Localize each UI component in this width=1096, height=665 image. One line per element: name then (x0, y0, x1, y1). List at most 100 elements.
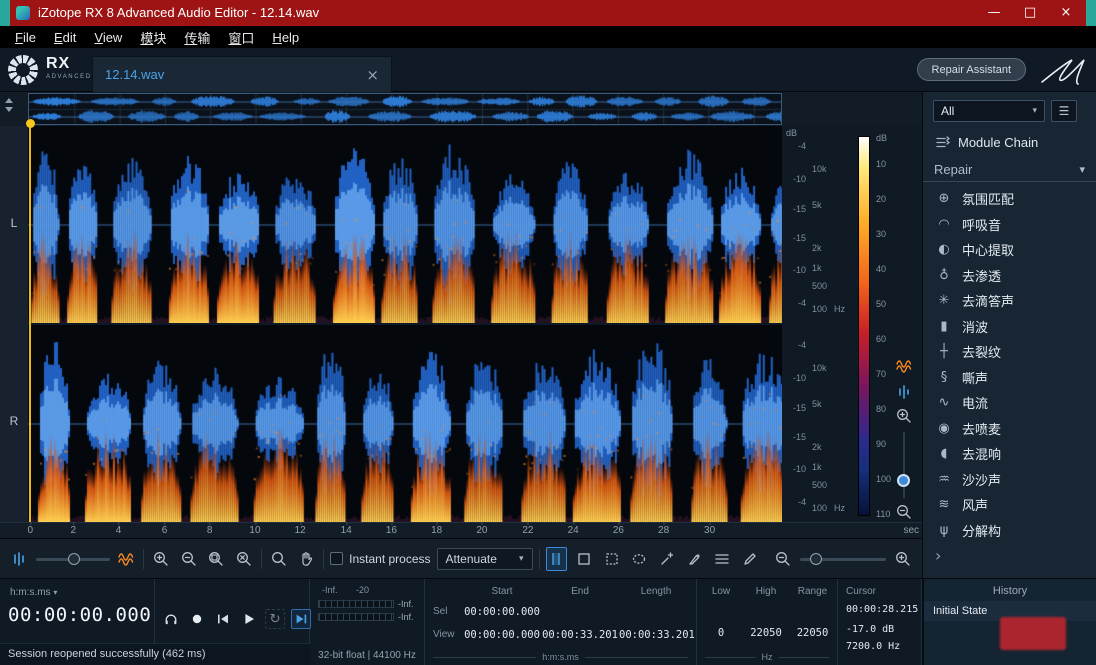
maximize-button[interactable]: □ (1012, 0, 1048, 26)
menu-item-0[interactable]: File (6, 30, 45, 45)
marquee-selection-tool-button[interactable] (601, 547, 623, 571)
brush-tool-button[interactable] (684, 547, 706, 571)
tab-close-icon[interactable]: × (366, 66, 379, 84)
module-de-reverb[interactable]: ◖去混响 (923, 441, 1096, 467)
spectrogram-opacity-slider[interactable] (36, 547, 110, 571)
zoom-fit-button[interactable] (233, 547, 255, 571)
time-selection-tool-button[interactable] (546, 547, 568, 571)
slider-handle[interactable] (810, 553, 822, 565)
zoom-out-vertical-button[interactable] (894, 502, 914, 522)
monitor-button[interactable] (161, 609, 181, 629)
zoom-in-vertical-button[interactable] (894, 406, 914, 426)
module-de-hum[interactable]: ∿电流 (923, 390, 1096, 416)
record-button[interactable] (187, 609, 207, 629)
close-button[interactable]: × (1048, 0, 1084, 26)
view-length-value[interactable]: 00:00:33.201 (619, 629, 693, 641)
module-de-click[interactable]: ✳去滴答声 (923, 288, 1096, 314)
module-chain-item[interactable]: Module Chain (923, 130, 1096, 154)
lasso-selection-tool-button[interactable] (628, 547, 650, 571)
fq-tick: 10k (812, 363, 827, 373)
draw-tool-button[interactable] (739, 547, 761, 571)
overview-waveform[interactable] (28, 93, 782, 125)
channel-left-button[interactable]: L (0, 216, 28, 230)
go-to-start-button[interactable] (213, 609, 233, 629)
zoom-out-time-button[interactable] (178, 547, 200, 571)
app-window: iZotope RX 8 Advanced Audio Editor - 12.… (0, 0, 1096, 665)
tab-12-14-wav[interactable]: 12.14.wav × (92, 56, 392, 92)
module-de-rustle[interactable]: ♒沙沙声 (923, 467, 1096, 493)
process-mode-select[interactable]: Attenuate ▾ (437, 548, 533, 570)
frequency-unit-footer[interactable]: Hz (705, 652, 829, 662)
magic-wand-tool-button[interactable] (656, 547, 678, 571)
sel-length-value[interactable] (619, 606, 693, 618)
module-ambience-match[interactable]: ⊕氛围匹配 (923, 186, 1096, 212)
menu-item-4[interactable]: 传输 (175, 28, 219, 47)
sidebar-expand-button[interactable]: › (935, 546, 941, 565)
channel-right-button[interactable]: R (0, 414, 28, 428)
spectrogram-right-channel[interactable] (28, 325, 782, 522)
loop-playback-button[interactable]: ↻ (265, 609, 285, 629)
repair-assistant-button[interactable]: Repair Assistant (917, 58, 1026, 81)
go-to-end-button[interactable] (291, 609, 311, 629)
module-de-clip[interactable]: ▮消波 (923, 314, 1096, 340)
low-frequency-value[interactable]: 0 (701, 627, 741, 639)
zoom-out-button[interactable] (773, 547, 795, 571)
module-breath-control[interactable]: ◠呼吸音 (923, 212, 1096, 238)
sel-start-value[interactable]: 00:00:00.000 (463, 606, 541, 618)
vertical-zoom-slider-handle[interactable] (897, 474, 910, 487)
sel-end-value[interactable] (541, 606, 619, 618)
menu-item-1[interactable]: Edit (45, 30, 85, 45)
zoom-in-time-button[interactable] (150, 547, 172, 571)
view-end-value[interactable]: 00:00:33.201 (541, 629, 619, 641)
menu-item-2[interactable]: View (85, 30, 131, 45)
minimize-button[interactable]: — (976, 0, 1012, 26)
overview-waveform-canvas[interactable] (29, 94, 781, 124)
spectrogram-settings-button[interactable] (116, 547, 138, 571)
spectrogram-view[interactable] (28, 126, 782, 522)
instant-process-toggle[interactable]: Instant process (330, 552, 430, 566)
time-frequency-selection-tool-button[interactable] (573, 547, 595, 571)
zoom-to-selection-button[interactable] (206, 547, 228, 571)
module-de-plosive[interactable]: ◉去喷麦 (923, 416, 1096, 442)
instant-process-checkbox[interactable] (330, 552, 343, 565)
menu-item-5[interactable]: 窗口 (219, 28, 263, 47)
repair-section-header[interactable]: Repair ▾ (923, 158, 1096, 182)
pan-tool-button[interactable] (295, 547, 317, 571)
module-center-extract[interactable]: ◐中心提取 (923, 237, 1096, 263)
module-de-ess[interactable]: §嘶声 (923, 365, 1096, 391)
range-frequency-value[interactable]: 22050 (791, 627, 834, 639)
module-chain-icon (935, 135, 950, 150)
slider-handle[interactable] (68, 553, 80, 565)
high-frequency-value[interactable]: 22050 (741, 627, 791, 639)
time-ruler[interactable]: 024681012141618202224262830 sec (0, 522, 922, 538)
selection-unit-footer[interactable]: h:m:s.ms (433, 652, 688, 662)
module-de-bleed[interactable]: ♁去渗透 (923, 263, 1096, 289)
time-tick-18: 18 (431, 525, 442, 536)
menu-item-6[interactable]: Help (263, 30, 308, 45)
sidebar-menu-button[interactable]: ☰ (1051, 100, 1077, 122)
waveform-spectrogram-balance-button[interactable] (8, 547, 30, 571)
time-format-select[interactable]: h:m:s.ms ▾ (10, 587, 57, 598)
spectrogram-left-channel[interactable] (28, 126, 782, 323)
zoom-tool-button[interactable] (268, 547, 290, 571)
time-tick-24: 24 (568, 525, 579, 536)
harmonics-selection-tool-button[interactable] (711, 547, 733, 571)
module-de-wind[interactable]: ≋风声 (923, 492, 1096, 518)
instant-process-label[interactable]: Instant process (349, 552, 430, 566)
de-reverb-icon: ◖ (935, 446, 953, 461)
collapse-overview-button[interactable] (5, 98, 13, 112)
module-deconstruct[interactable]: ψ分解构 (923, 518, 1096, 544)
preset-filter-select[interactable]: All ▾ (933, 100, 1045, 122)
spectrogram-options-icon[interactable] (894, 356, 914, 376)
module-de-crackle[interactable]: ┼去裂纹 (923, 339, 1096, 365)
playhead[interactable] (29, 126, 31, 522)
play-button[interactable] (239, 609, 259, 629)
vertical-zoom-slider[interactable] (903, 432, 905, 498)
vertical-scale-icon[interactable] (894, 382, 914, 402)
zoom-in-button[interactable] (892, 547, 914, 571)
zoom-slider[interactable] (800, 547, 886, 571)
spectrogram-colorbar[interactable] (858, 136, 870, 516)
view-start-value[interactable]: 00:00:00.000 (463, 629, 541, 641)
playhead-marker-icon[interactable] (26, 119, 35, 128)
menu-item-3[interactable]: 模块 (131, 28, 175, 47)
